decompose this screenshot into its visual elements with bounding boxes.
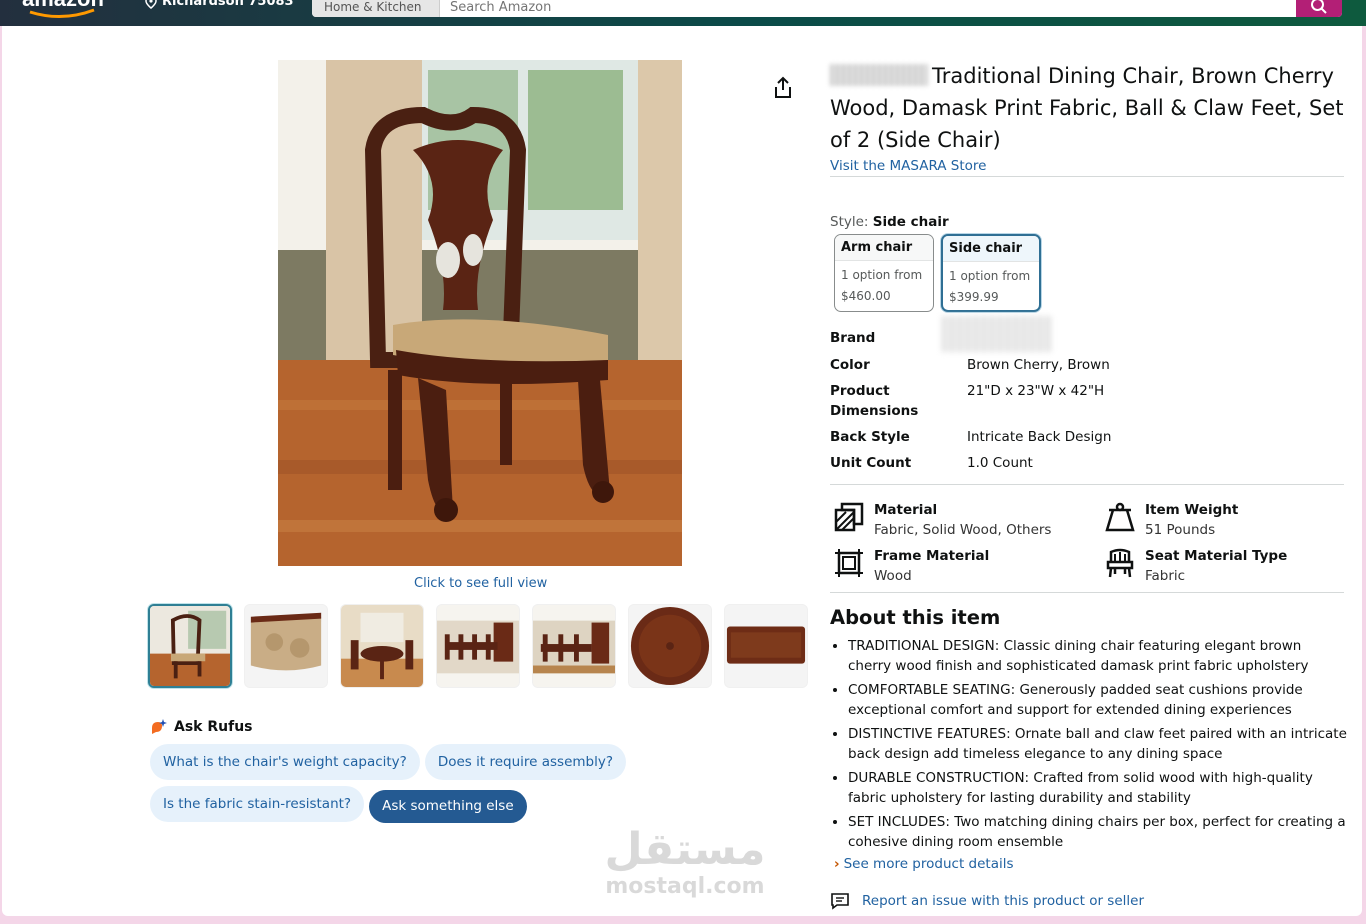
list-item: TRADITIONAL DESIGN: Classic dining chair… [848, 636, 1348, 676]
feature-key: Frame Material [874, 548, 990, 564]
feedback-icon [831, 893, 849, 910]
product-page: Click to see full view Ask Rufus What is… [2, 26, 1362, 916]
frame-icon [835, 549, 863, 577]
option-price: $399.99 [949, 290, 999, 304]
option-price: $460.00 [841, 289, 891, 303]
search-bar: Home & Kitchen [312, 0, 1342, 17]
location-pin-icon [145, 0, 157, 9]
full-view-link[interactable]: Click to see full view [414, 576, 547, 591]
thumbnail-table-top[interactable] [628, 604, 712, 688]
thumbnail-dining-room-3[interactable] [532, 604, 616, 688]
style-option-side-chair[interactable]: Side chair 1 option from $399.99 [941, 234, 1041, 312]
option-from: 1 option from [841, 268, 923, 282]
store-link[interactable]: Visit the MASARA Store [830, 158, 986, 174]
thumbnail-strip [148, 604, 808, 688]
spec-key: Back Style [830, 429, 910, 445]
watermark: مستقل mostaql.com [600, 826, 770, 910]
spec-value: Brown Cherry, Brown [967, 357, 1110, 373]
rufus-title: Ask Rufus [174, 719, 253, 735]
spec-value: 21"D x 23"W x 42"H [967, 383, 1105, 399]
ask-something-else-button[interactable]: Ask something else [369, 790, 527, 823]
watermark-arabic: مستقل [604, 824, 766, 875]
feature-key: Item Weight [1145, 502, 1239, 518]
list-item: COMFORTABLE SEATING: Generously padded s… [848, 680, 1348, 720]
thumbnail-table-edge[interactable] [724, 604, 808, 688]
divider [830, 484, 1344, 485]
spec-key: Color [830, 357, 870, 373]
share-icon[interactable] [772, 76, 794, 100]
feature-item-weight: Item Weight 51 Pounds [1103, 500, 1238, 540]
feature-key: Seat Material Type [1145, 548, 1288, 564]
search-icon [1311, 0, 1327, 14]
about-heading: About this item [830, 606, 1001, 629]
see-more-link[interactable]: › See more product details [834, 856, 1014, 872]
feature-value: Fabric [1145, 568, 1186, 584]
material-icon [834, 502, 864, 532]
style-value: Side chair [872, 214, 949, 230]
weight-icon [1105, 502, 1135, 532]
spec-value: Intricate Back Design [967, 429, 1112, 445]
feature-material: Material Fabric, Solid Wood, Others [832, 500, 1051, 540]
rufus-chip-stain[interactable]: Is the fabric stain-resistant? [150, 786, 365, 822]
feature-value: 51 Pounds [1145, 522, 1216, 538]
see-more-text: See more product details [843, 856, 1014, 872]
watermark-latin: mostaql.com [605, 874, 765, 899]
report-text: Report an issue with this product or sel… [862, 893, 1145, 909]
list-item: SET INCLUDES: Two matching dining chairs… [848, 812, 1348, 852]
style-label-text: Style: [830, 214, 869, 230]
search-department-select[interactable]: Home & Kitchen [312, 0, 440, 17]
divider [830, 176, 1344, 177]
option-name: Arm chair [835, 235, 933, 261]
list-item: DURABLE CONSTRUCTION: Crafted from solid… [848, 768, 1348, 808]
feature-key: Material [874, 502, 938, 518]
spec-value: 1.0 Count [967, 455, 1033, 471]
spec-key: Unit Count [830, 455, 912, 471]
option-from: 1 option from [949, 269, 1031, 283]
about-bullets: TRADITIONAL DESIGN: Classic dining chair… [848, 636, 1348, 856]
rufus-chip-weight[interactable]: What is the chair's weight capacity? [150, 744, 420, 780]
spec-key: Product Dimensions [830, 383, 919, 419]
style-option-arm-chair[interactable]: Arm chair 1 option from $460.00 [834, 234, 934, 312]
feature-value: Fabric, Solid Wood, Others [874, 522, 1052, 538]
brand-redacted [830, 64, 928, 86]
delivery-location[interactable]: Richardson 75083 [144, 0, 294, 9]
amazon-logo[interactable]: amazon [22, 0, 122, 22]
seat-icon [1106, 548, 1134, 578]
rufus-header: Ask Rufus [150, 718, 253, 736]
list-item: DISTINCTIVE FEATURES: Ornate ball and cl… [848, 724, 1348, 764]
search-button[interactable] [1296, 0, 1342, 17]
top-nav: amazon Richardson 75083 Home & Kitchen [0, 0, 1366, 26]
option-name: Side chair [943, 236, 1039, 262]
rufus-chip-assembly[interactable]: Does it require assembly? [424, 744, 627, 780]
chevron-right-icon: › [834, 856, 840, 872]
thumbnail-dining-room-1[interactable] [340, 604, 424, 688]
spec-key: Brand [830, 330, 876, 346]
thumbnail-dining-room-2[interactable] [436, 604, 520, 688]
style-label: Style: Side chair [830, 214, 949, 230]
thumbnail-fabric[interactable] [244, 604, 328, 688]
thumbnail-chair-room[interactable] [148, 604, 232, 688]
divider [830, 592, 1344, 593]
feature-seat-material: Seat Material Type Fabric [1103, 546, 1287, 586]
report-issue-link[interactable]: Report an issue with this product or sel… [830, 892, 1144, 910]
feature-frame-material: Frame Material Wood [832, 546, 989, 586]
rufus-suggestions: What is the chair's weight capacity? Doe… [150, 744, 810, 823]
product-title: Traditional Dining Chair, Brown Cherry W… [830, 60, 1350, 156]
feature-value: Wood [874, 568, 912, 584]
main-product-image[interactable] [278, 60, 682, 566]
search-input[interactable] [440, 0, 1296, 17]
brand-value-redacted [942, 316, 1052, 352]
location-text: Richardson 75083 [162, 0, 294, 9]
rufus-icon [152, 719, 167, 734]
